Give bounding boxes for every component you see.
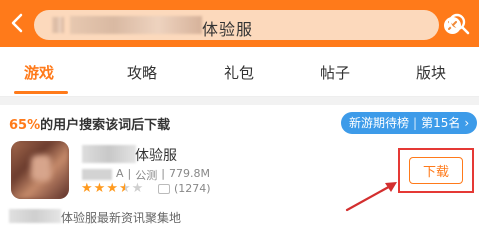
search-input[interactable]: 体验服 [34, 10, 461, 40]
review-count: (1274) [174, 182, 211, 195]
search-stat-headline: 65%的用户搜索该词后下载 [9, 114, 170, 133]
blurred-text [52, 17, 64, 33]
tab-gifts[interactable]: 礼包 [224, 62, 254, 83]
game-title[interactable]: 体验服 [135, 145, 177, 165]
highlight-annotation-box [398, 148, 474, 193]
download-percent: 65% [9, 118, 41, 133]
game-icon[interactable] [11, 141, 69, 199]
blurred-text [70, 16, 202, 34]
rank-position: 第15名 [421, 116, 461, 130]
search-icon[interactable] [447, 12, 471, 36]
result-tabs: 游戏 攻略 礼包 帖子 版块 [0, 47, 479, 97]
search-results-page: 体验服 游戏 攻略 礼包 帖子 版块 65%的用户搜索该词后下载 新游期待榜 |… [0, 0, 479, 226]
tab-posts[interactable]: 帖子 [320, 62, 350, 83]
section-divider [0, 97, 479, 105]
meta-separator: | [161, 167, 165, 180]
game-size: 779.8M [168, 167, 210, 180]
chevron-left-icon [11, 13, 23, 33]
game-icon-art [31, 155, 51, 181]
active-tab-indicator [14, 91, 68, 94]
blurred-text [82, 169, 112, 180]
headline-text: 的用户搜索该词后下载 [40, 118, 171, 133]
star-icon: ★ [106, 181, 118, 196]
blurred-text [82, 145, 136, 163]
comment-icon [158, 184, 170, 194]
half-star-icon: ★ [118, 181, 131, 196]
star-icon: ★ [81, 181, 93, 196]
search-query-text: 体验服 [202, 20, 254, 39]
rank-separator: | [413, 116, 418, 130]
tab-games[interactable]: 游戏 [24, 62, 54, 83]
empty-star-icon: ★ [131, 181, 144, 196]
blurred-text [9, 209, 61, 223]
game-news-link[interactable]: 体验服最新资讯聚集地 [61, 209, 181, 226]
search-header: 体验服 [0, 0, 479, 47]
rank-badge[interactable]: 新游期待榜 | 第15名 › [341, 112, 478, 134]
back-button[interactable] [6, 12, 28, 34]
chevron-right-icon: › [464, 116, 470, 130]
tab-guides[interactable]: 攻略 [127, 62, 157, 83]
rating-stars: ★ ★ ★ ★ ★ [81, 182, 143, 196]
star-icon: ★ [93, 181, 106, 196]
rank-list-name: 新游期待榜 [349, 116, 410, 130]
tab-boards[interactable]: 版块 [416, 62, 446, 83]
